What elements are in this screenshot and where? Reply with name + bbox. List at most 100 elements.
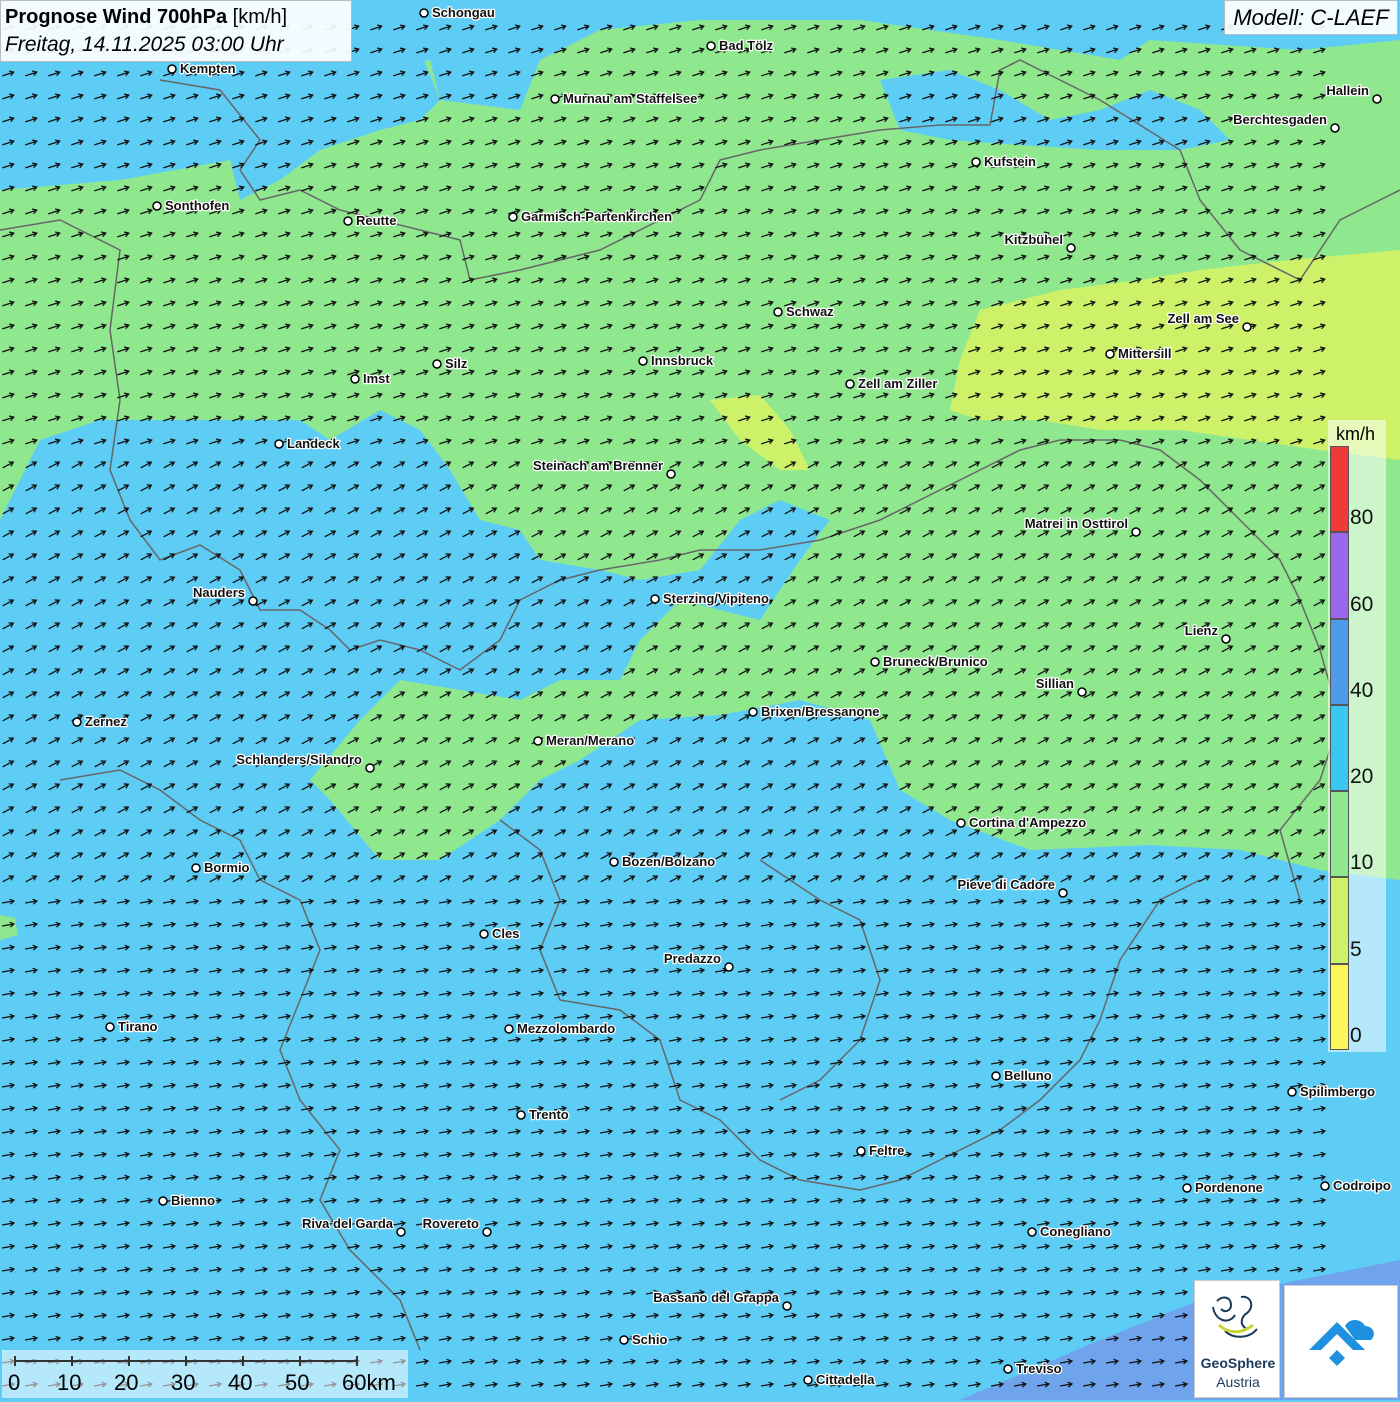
logo-name: GeoSphere — [1200, 1355, 1276, 1371]
city-marker-icon[interactable] — [533, 736, 543, 746]
scale-tick — [71, 1356, 73, 1366]
city-marker-icon[interactable] — [191, 863, 201, 873]
city-marker-icon[interactable] — [1330, 123, 1340, 133]
city-marker-icon[interactable] — [991, 1071, 1001, 1081]
city-marker-icon[interactable] — [343, 216, 353, 226]
city-marker-icon[interactable] — [856, 1146, 866, 1156]
city-marker-icon[interactable] — [666, 469, 676, 479]
city-marker-icon[interactable] — [971, 157, 981, 167]
city-marker-icon[interactable] — [274, 439, 284, 449]
city-marker-icon[interactable] — [1131, 527, 1141, 537]
city-marker-icon[interactable] — [482, 1227, 492, 1237]
city-label: Nauders — [193, 585, 245, 600]
city-marker-icon[interactable] — [650, 594, 660, 604]
geosphere-swirl-icon — [1212, 1295, 1258, 1338]
city-label: Predazzo — [664, 951, 721, 966]
city-label: Trento — [529, 1107, 569, 1122]
city-label: Cles — [492, 926, 519, 941]
city-marker-icon[interactable] — [1066, 243, 1076, 253]
city-label: Spilimbergo — [1300, 1084, 1375, 1099]
city-marker-icon[interactable] — [619, 1335, 629, 1345]
city-marker-icon[interactable] — [1058, 888, 1068, 898]
scale-label: 50 — [285, 1370, 310, 1395]
city-label: Steinach am Brenner — [533, 458, 663, 473]
city-label: Lienz — [1185, 623, 1219, 638]
city-marker-icon[interactable] — [105, 1022, 115, 1032]
city-marker-icon[interactable] — [638, 356, 648, 366]
weather-app-logo[interactable] — [1284, 1285, 1398, 1398]
city-marker-icon[interactable] — [870, 657, 880, 667]
city-marker-icon[interactable] — [803, 1375, 813, 1385]
city-marker-icon[interactable] — [1027, 1227, 1037, 1237]
legend-color-40 — [1330, 618, 1349, 705]
city-label: Cittadella — [816, 1372, 875, 1387]
city-label: Innsbruck — [651, 353, 714, 368]
city-marker-icon[interactable] — [158, 1196, 168, 1206]
title-line: Prognose Wind 700hPa [km/h] — [5, 4, 347, 31]
city-marker-icon[interactable] — [396, 1227, 406, 1237]
city-label: Sterzing/Vipiteno — [663, 591, 769, 606]
city-marker-icon[interactable] — [419, 8, 429, 18]
city-marker-icon[interactable] — [1221, 634, 1231, 644]
city-marker-icon[interactable] — [1242, 322, 1252, 332]
city-marker-icon[interactable] — [1372, 94, 1382, 104]
city-marker-icon[interactable] — [479, 929, 489, 939]
city-marker-icon[interactable] — [1182, 1183, 1192, 1193]
city-label: Belluno — [1004, 1068, 1052, 1083]
city-marker-icon[interactable] — [550, 94, 560, 104]
city-label: Landeck — [287, 436, 341, 451]
city-marker-icon[interactable] — [152, 201, 162, 211]
city-label: Pordenone — [1195, 1180, 1263, 1195]
city-label: Conegliano — [1040, 1224, 1111, 1239]
city-marker-icon[interactable] — [1320, 1181, 1330, 1191]
city-marker-icon[interactable] — [248, 596, 258, 606]
city-label: Rovereto — [423, 1216, 479, 1231]
legend-unit: km/h — [1336, 424, 1376, 444]
city-marker-icon[interactable] — [1287, 1087, 1297, 1097]
scale-tick — [242, 1356, 244, 1366]
city-marker-icon[interactable] — [516, 1110, 526, 1120]
city-label: Schio — [632, 1332, 667, 1347]
city-marker-icon[interactable] — [773, 307, 783, 317]
city-marker-icon[interactable] — [504, 1024, 514, 1034]
city-marker-icon[interactable] — [72, 717, 82, 727]
city-label: Zell am Ziller — [858, 376, 937, 391]
city-marker-icon[interactable] — [724, 962, 734, 972]
city-label: Silz — [445, 356, 468, 371]
city-label: Meran/Merano — [546, 733, 634, 748]
city-label: Sillian — [1036, 676, 1074, 691]
city-marker-icon[interactable] — [365, 763, 375, 773]
legend-label: 80 — [1350, 506, 1374, 530]
logo-sub: Austria — [1216, 1374, 1260, 1390]
scale-label: 40 — [228, 1370, 253, 1395]
city-marker-icon[interactable] — [782, 1301, 792, 1311]
city-marker-icon[interactable] — [167, 64, 177, 74]
city-marker-icon[interactable] — [432, 359, 442, 369]
city-label: Bassano del Grappa — [653, 1290, 779, 1305]
city-marker-icon[interactable] — [350, 374, 360, 384]
city-label: Schwaz — [786, 304, 834, 319]
city-marker-icon[interactable] — [845, 379, 855, 389]
city-marker-icon[interactable] — [1003, 1364, 1013, 1374]
scale-label: 10 — [57, 1370, 82, 1395]
scale-label: 30 — [171, 1370, 196, 1395]
city-marker-icon[interactable] — [706, 41, 716, 51]
scale-label: 0 — [8, 1370, 21, 1395]
city-label: Hallein — [1326, 83, 1369, 98]
city-marker-icon[interactable] — [1105, 349, 1115, 359]
legend-color-5 — [1330, 877, 1349, 964]
city-marker-icon[interactable] — [609, 857, 619, 867]
forecast-datetime: Freitag, 14.11.2025 03:00 Uhr — [5, 33, 284, 56]
scale-tick — [356, 1356, 358, 1366]
city-marker-icon[interactable] — [748, 707, 758, 717]
city-label: Imst — [363, 371, 390, 386]
wind-map[interactable]: Schongau Bad Tölz Kempten Murnau am Staffel… — [0, 0, 1400, 1400]
city-marker-icon[interactable] — [1077, 687, 1087, 697]
scale-tick — [299, 1356, 301, 1366]
city-marker-icon[interactable] — [508, 212, 518, 222]
city-label: Sonthofen — [165, 198, 229, 213]
city-marker-icon[interactable] — [956, 818, 966, 828]
city-label: Murnau am Staffelsee — [563, 91, 697, 106]
city-label: Zell am See — [1167, 311, 1239, 326]
geosphere-logo[interactable]: GeoSphere Austria — [1194, 1280, 1280, 1398]
